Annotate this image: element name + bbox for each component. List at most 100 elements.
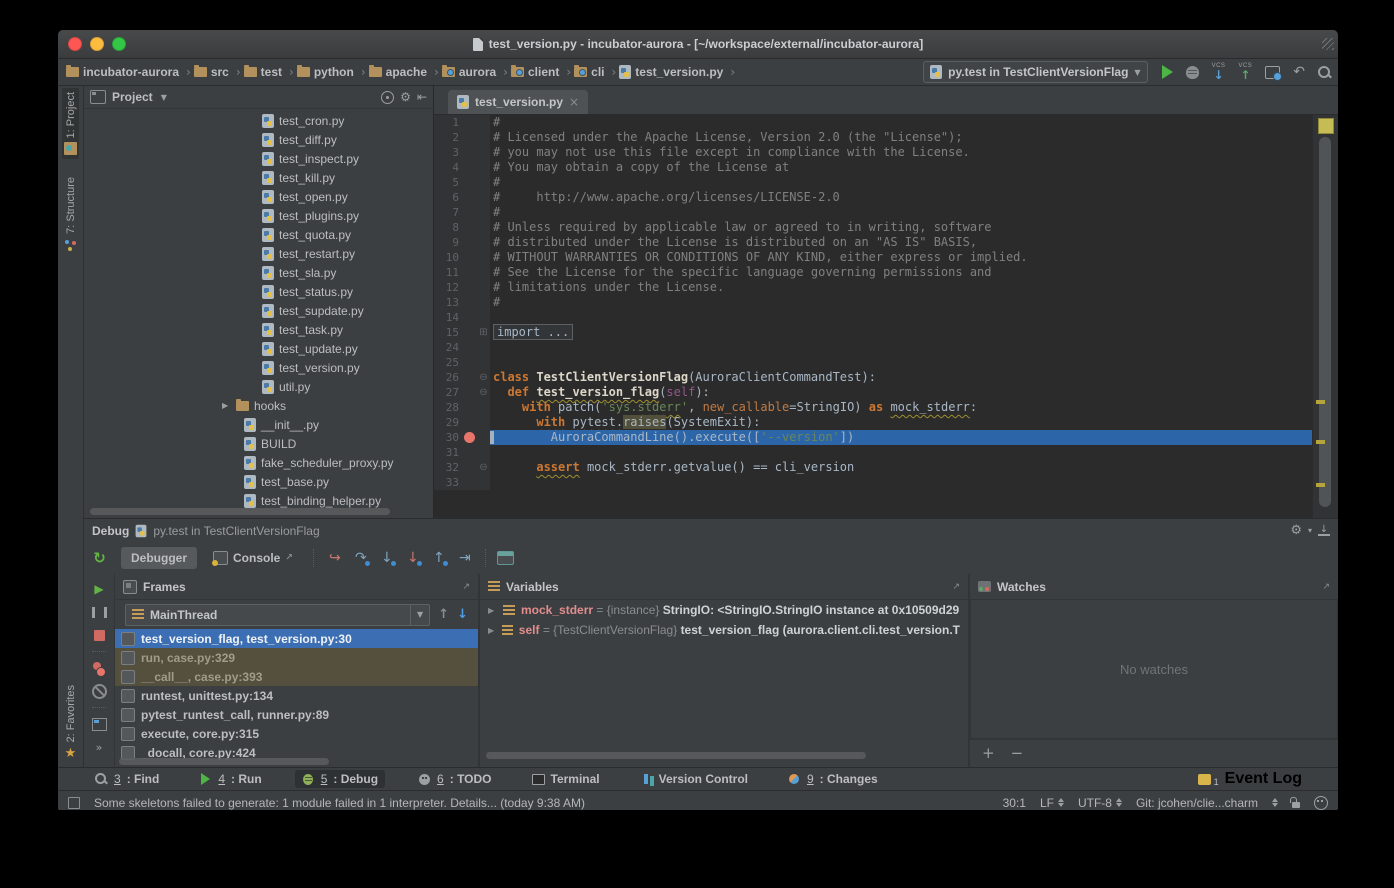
tab-debugger[interactable]: Debugger [121,547,197,569]
tree-item[interactable]: ▶ hooks [84,396,433,415]
tree-item[interactable]: __init__.py [84,415,433,434]
breakpoint-dot[interactable] [462,355,477,370]
tree-item[interactable]: test_supdate.py [84,301,433,320]
horizontal-scrollbar[interactable] [90,508,390,515]
stack-frame-row[interactable]: pytest_runtest_call, runner.py:89 [115,705,478,724]
stack-frame-row[interactable]: execute, core.py:315 [115,724,478,743]
tree-item[interactable]: test_version.py [84,358,433,377]
sidebar-tab-favorites[interactable]: 2: Favorites ★ [63,681,79,765]
code-line[interactable]: 8 # Unless required by applicable law or… [434,220,1312,235]
gutter[interactable]: 29 [434,415,490,430]
undo-button[interactable]: ↶ [1293,64,1305,80]
breakpoint-dot[interactable] [462,415,477,430]
tree-item[interactable]: fake_scheduler_proxy.py [84,453,433,472]
float-panel-icon[interactable]: ↗ [952,582,960,592]
code-line[interactable]: 2 # Licensed under the Apache License, V… [434,130,1312,145]
code-line[interactable]: 5 # [434,175,1312,190]
restore-layout-button[interactable] [92,717,107,731]
code-line[interactable]: 27 ⊖ def test_version_flag(self): [434,385,1312,400]
breakpoint-dot[interactable] [462,310,477,325]
breakpoint-dot[interactable] [462,145,477,160]
gutter[interactable]: 31 [434,445,490,460]
breadcrumb-item[interactable]: incubator-aurora › [66,65,191,79]
tree-item[interactable]: test_task.py [84,320,433,339]
toolwindow-button[interactable]: 4: Run [192,770,268,788]
scroll-to-source-button[interactable] [381,91,394,104]
gutter[interactable]: 10 [434,250,490,265]
breakpoint-dot[interactable] [462,160,477,175]
lock-icon[interactable] [1292,802,1300,808]
breakpoint-dot[interactable] [462,445,477,460]
variable-row[interactable]: ▶ mock_stderr = {instance} StringIO: <St… [480,600,968,620]
code-line[interactable]: 30 AuroraCommandLine().execute(['--versi… [434,430,1312,445]
breadcrumb-item[interactable]: python › [297,65,366,79]
sidebar-tab-project[interactable]: 1: Project [62,88,79,159]
gutter[interactable]: 26 ⊖ [434,370,490,385]
run-to-cursor-button[interactable]: ⇥ [455,548,475,568]
close-icon[interactable]: × [569,95,579,109]
breadcrumb-item[interactable]: test › [244,65,294,79]
code-line[interactable]: 9 # distributed under the License is dis… [434,235,1312,250]
resume-button[interactable]: ▶ [94,582,103,596]
caret-position[interactable]: 30:1 [1003,796,1026,810]
horizontal-scrollbar[interactable] [119,758,329,765]
gutter[interactable]: 25 [434,355,490,370]
stack-frame-row[interactable]: __call__, case.py:393 [115,667,478,686]
highlighting-level-icon[interactable] [1314,796,1328,810]
expand-arrow-icon[interactable]: ▶ [488,606,497,615]
stack-frame-row[interactable]: runtest, unittest.py:134 [115,686,478,705]
breakpoint-dot[interactable] [462,235,477,250]
line-ending-selector[interactable]: LF [1040,796,1064,810]
step-out-button[interactable]: ↑ [429,548,449,568]
code-line[interactable]: 33 [434,475,1312,490]
gutter[interactable]: 6 [434,190,490,205]
breadcrumb-item[interactable]: src › [194,65,241,79]
code-area[interactable]: 1 # 2 [434,115,1312,518]
gutter[interactable]: 14 [434,310,490,325]
variable-row[interactable]: ▶ self = {TestClientVersionFlag} test_ve… [480,620,968,640]
stack-frame-row[interactable]: test_version_flag, test_version.py:30 [115,629,478,648]
git-branch-widget[interactable]: Git: jcohen/clie...charm [1136,796,1258,810]
remove-watch-button[interactable]: − [1011,746,1024,761]
more-actions-button[interactable]: » [96,740,103,754]
tree-item[interactable]: test_inspect.py [84,149,433,168]
mute-breakpoints-button[interactable] [92,684,107,698]
commit-changes-button[interactable]: VCS↑ [1238,63,1252,81]
gutter[interactable]: 1 [434,115,490,130]
code-line[interactable]: 1 # [434,115,1312,130]
status-message[interactable]: Some skeletons failed to generate: 1 mod… [94,796,989,810]
code-line[interactable]: 11 # See the License for the specific la… [434,265,1312,280]
evaluate-expression-button[interactable] [497,551,514,565]
chevron-down-icon[interactable]: ▼ [161,93,167,102]
float-panel-icon[interactable]: ↗ [462,582,470,592]
view-breakpoints-button[interactable] [93,661,105,675]
gutter[interactable]: 12 [434,280,490,295]
breakpoint-dot[interactable] [462,325,477,340]
code-line[interactable]: 14 [434,310,1312,325]
gutter[interactable]: 15 ⊞ [434,325,490,340]
gutter[interactable]: 27 ⊖ [434,385,490,400]
pause-button[interactable] [92,605,107,619]
code-line[interactable]: 4 # You may obtain a copy of the License… [434,160,1312,175]
breadcrumb-item[interactable]: test_version.py › [619,65,735,79]
encoding-selector[interactable]: UTF-8 [1078,796,1122,810]
search-everywhere-button[interactable] [1318,66,1330,78]
editor-tab[interactable]: test_version.py × [448,90,588,114]
fold-marker-icon[interactable]: ⊖ [477,370,490,385]
gutter[interactable]: 3 [434,145,490,160]
step-over-button[interactable]: ↷ [351,548,371,568]
minimize-window-button[interactable] [90,37,104,51]
gutter[interactable]: 4 [434,160,490,175]
gutter[interactable]: 8 [434,220,490,235]
warning-stripe-mark[interactable] [1316,400,1325,404]
tree-item[interactable]: test_binding_helper.py [84,491,433,510]
code-line[interactable]: 6 # http://www.apache.org/licenses/LICEN… [434,190,1312,205]
code-line[interactable]: 28 with patch('sys.stderr', new_callable… [434,400,1312,415]
resize-grip-icon[interactable] [1322,38,1334,50]
close-window-button[interactable] [68,37,82,51]
warning-stripe-mark[interactable] [1316,440,1325,444]
step-into-button[interactable]: ↓ [377,548,397,568]
gear-icon[interactable]: ⚙ [400,90,411,104]
code-line[interactable]: 29 with pytest.raises(SystemExit): [434,415,1312,430]
toolwindow-button[interactable]: 5: Debug [295,770,385,788]
